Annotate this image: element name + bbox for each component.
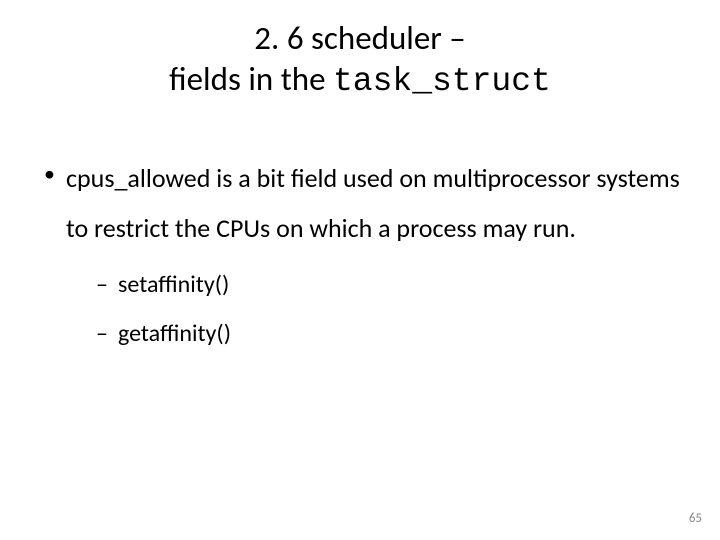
title-line1: 2. 6 scheduler – [254,18,465,58]
list-item: setaffinity() [96,260,682,309]
title-code: task_struct [333,63,551,100]
bullet-text: cpus_allowed is a bit field used on mult… [66,162,680,245]
slide-body: cpus_allowed is a bit field used on mult… [0,103,720,359]
page-number: 65 [689,511,702,526]
sub-item-text: setaffinity() [118,270,229,299]
slide: 2. 6 scheduler – fields in the task_stru… [0,0,720,540]
bullet-list: cpus_allowed is a bit field used on mult… [38,153,682,359]
slide-title: 2. 6 scheduler – fields in the task_stru… [0,0,720,103]
sub-list: setaffinity() getaffinity() [66,260,682,358]
title-line2-prefix: fields in the [169,59,333,99]
list-item: cpus_allowed is a bit field used on mult… [38,153,682,359]
list-item: getaffinity() [96,309,682,358]
sub-item-text: getaffinity() [118,319,231,348]
